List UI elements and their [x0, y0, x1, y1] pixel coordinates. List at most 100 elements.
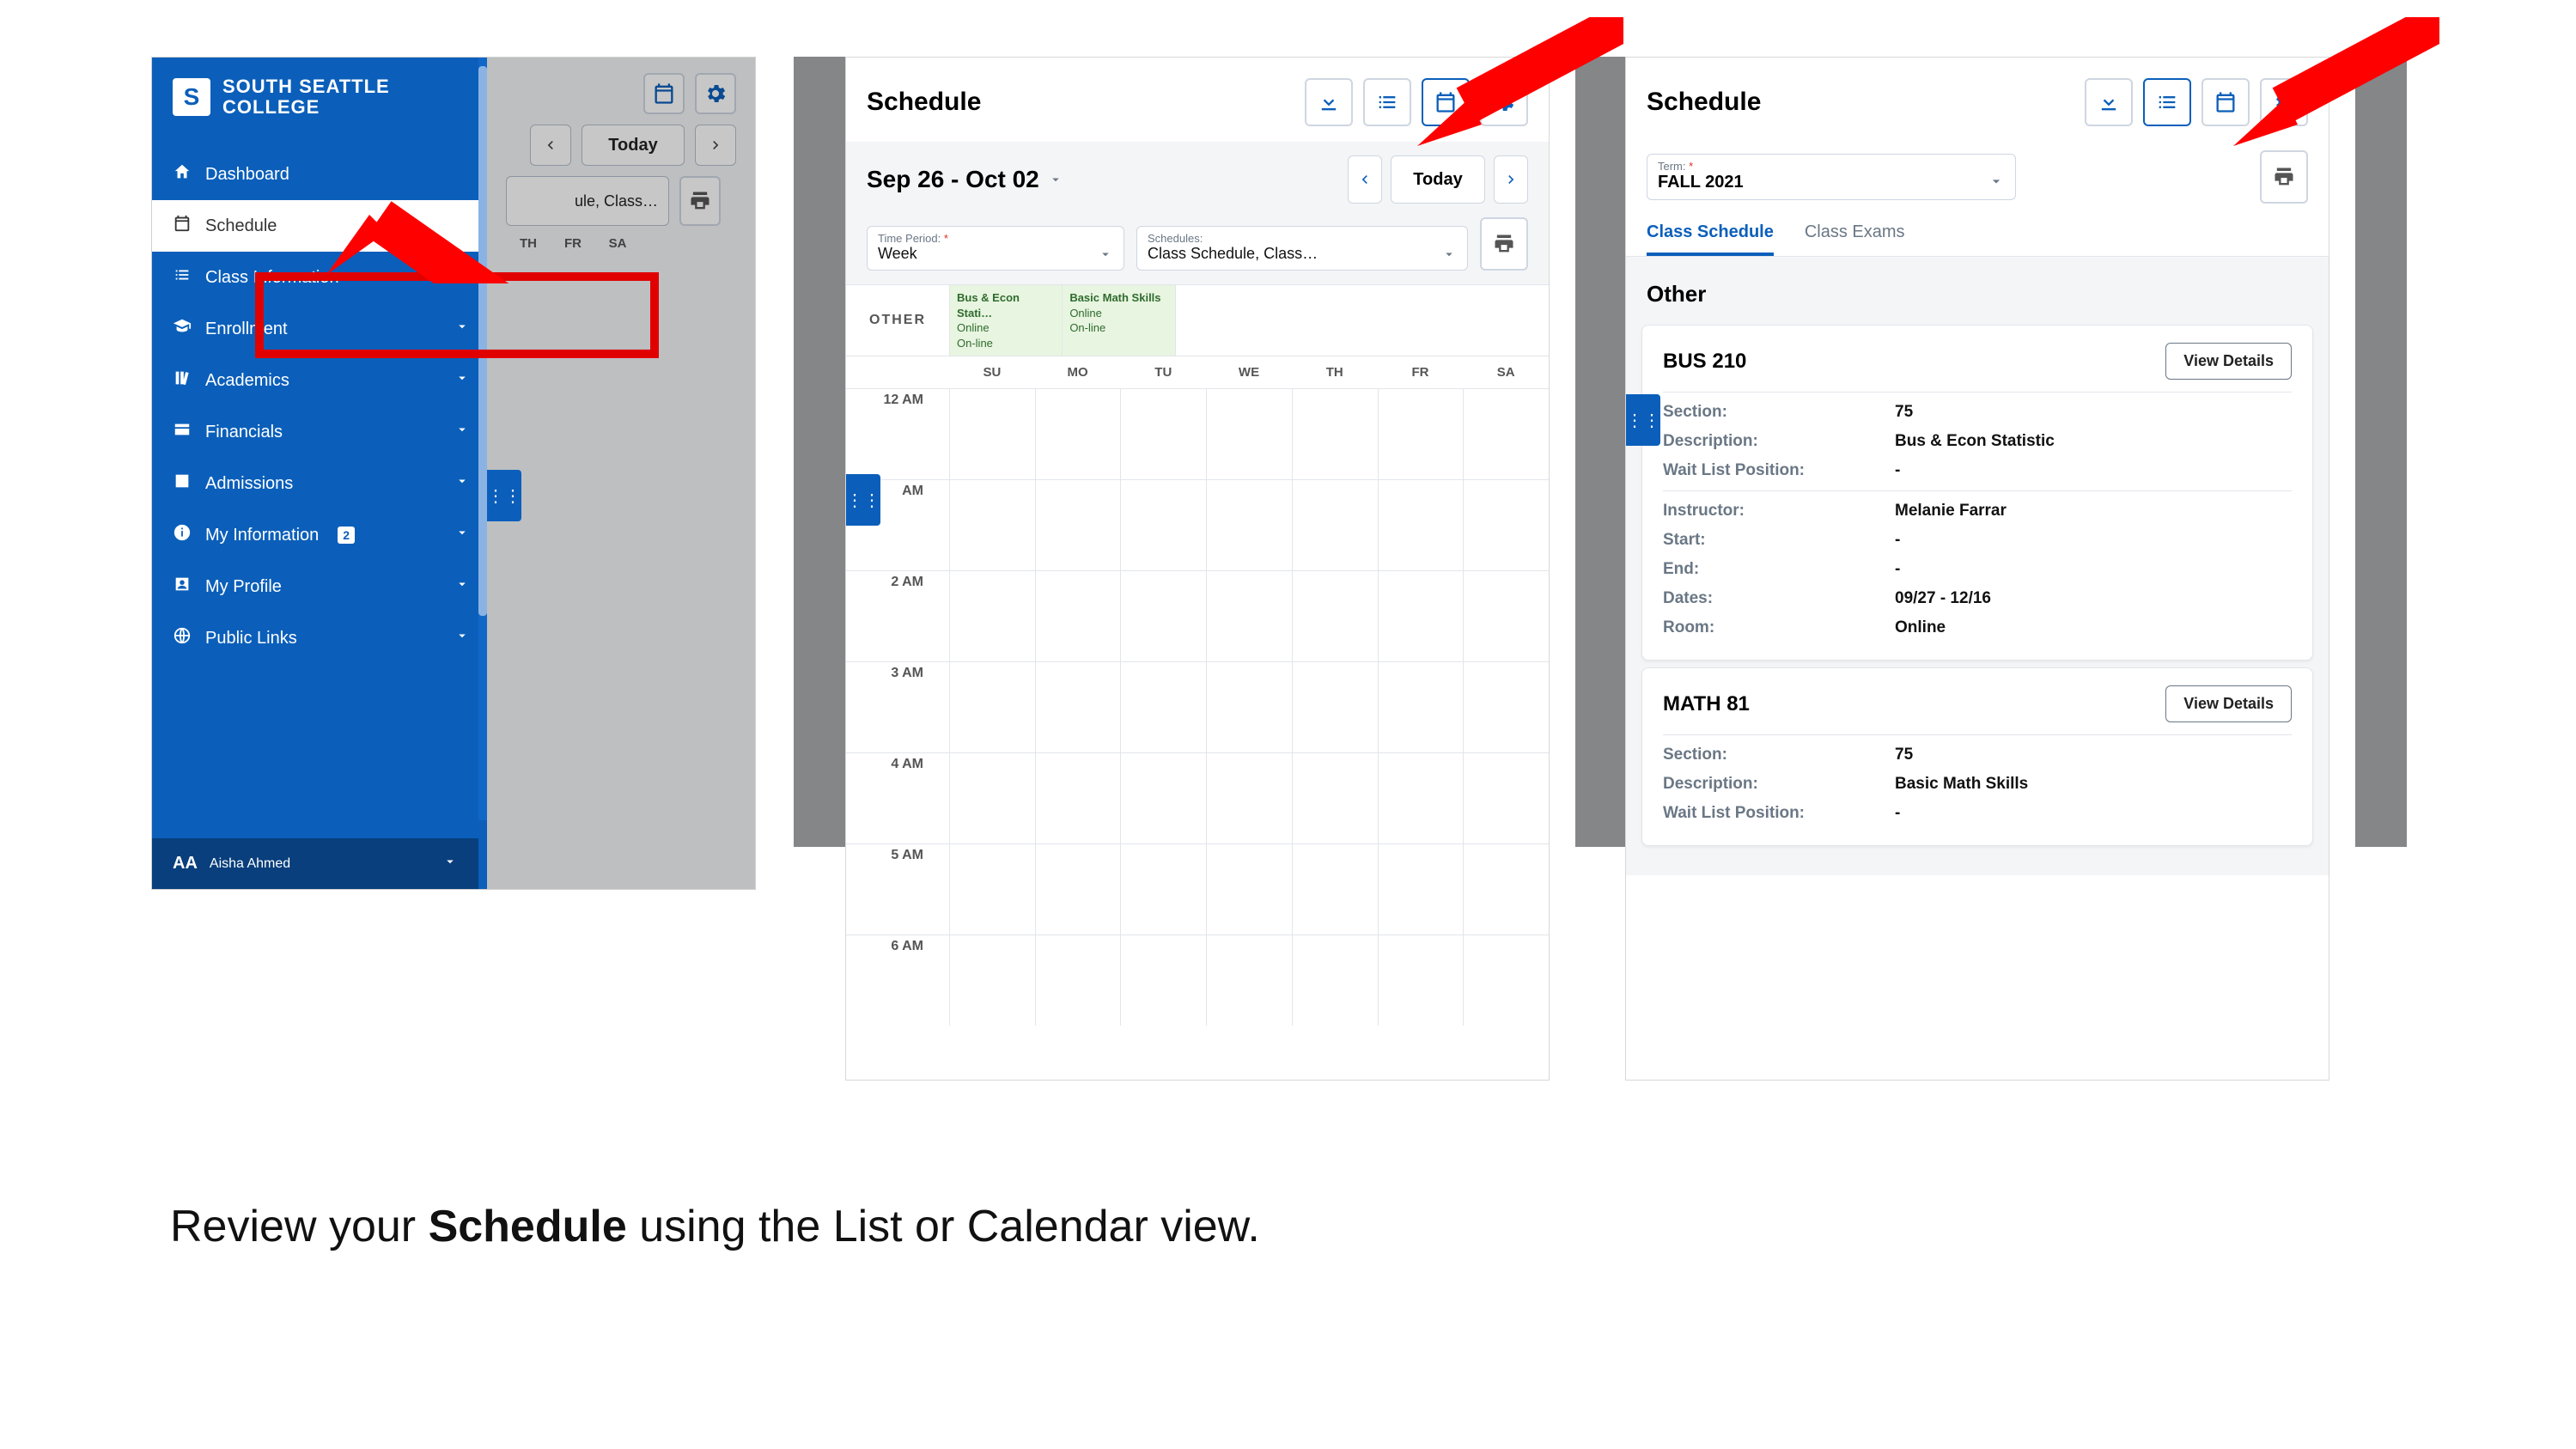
- other-event[interactable]: Basic Math Skills Online On-line: [1062, 285, 1174, 356]
- hour-label: 6 AM: [846, 935, 949, 1026]
- list-view-button[interactable]: [1363, 78, 1411, 126]
- download-button[interactable]: [1305, 78, 1353, 126]
- next-button[interactable]: [1494, 155, 1528, 204]
- sidebar-item-label: My Profile: [205, 577, 282, 597]
- field-label: Wait List Position:: [1663, 804, 1895, 823]
- field-value: -: [1895, 531, 1900, 550]
- caption: Review your Schedule using the List or C…: [170, 1201, 1260, 1252]
- calendar-view-button[interactable]: [643, 73, 685, 114]
- field-label: Room:: [1663, 618, 1895, 637]
- today-button[interactable]: Today: [1391, 155, 1485, 204]
- other-row-label: OTHER: [846, 285, 949, 356]
- person-icon: [173, 575, 192, 599]
- sidebar-item-public-links[interactable]: Public Links: [152, 612, 487, 664]
- sidebar-item-label: My Information: [205, 526, 319, 545]
- field-label: Section:: [1663, 746, 1895, 764]
- tab-class-schedule[interactable]: Class Schedule: [1647, 222, 1774, 256]
- other-event[interactable]: Bus & Econ Stati… Online On-line: [949, 285, 1062, 356]
- red-arrow-3: [2233, 17, 2439, 155]
- view-details-button[interactable]: View Details: [2165, 343, 2292, 380]
- chevron-down-icon: [442, 854, 458, 874]
- date-range[interactable]: Sep 26 - Oct 02: [867, 166, 1063, 193]
- field-label: Wait List Position:: [1663, 461, 1895, 480]
- field-label: Description:: [1663, 432, 1895, 451]
- sidebar-item-my-information[interactable]: My Information2: [152, 509, 487, 561]
- field-label: Section:: [1663, 403, 1895, 422]
- field-label: Description:: [1663, 775, 1895, 794]
- home-icon: [173, 162, 192, 186]
- chevron-down-icon: [454, 422, 470, 442]
- logo-icon: S: [173, 78, 210, 116]
- field-value: 09/27 - 12/16: [1895, 589, 1991, 608]
- print-button[interactable]: [1480, 217, 1528, 271]
- view-details-button[interactable]: View Details: [2165, 685, 2292, 722]
- tab-class-exams[interactable]: Class Exams: [1805, 222, 1905, 256]
- list-icon: [173, 265, 192, 289]
- next-button[interactable]: [695, 125, 736, 166]
- grad-cap-icon: [173, 317, 192, 341]
- page-title: Schedule: [1647, 88, 1761, 117]
- term-dropdown[interactable]: Term: * FALL 2021: [1647, 154, 2016, 200]
- red-arrow-1: [326, 26, 636, 283]
- hour-label: 2 AM: [846, 571, 949, 661]
- schedules-dropdown[interactable]: Schedules: Class Schedule, Class…: [1136, 226, 1468, 271]
- calendar-icon: [173, 214, 192, 238]
- day-header: TU: [1120, 365, 1206, 380]
- day-header: SA: [1463, 365, 1549, 380]
- chevron-down-icon: [454, 628, 470, 648]
- course-card: MATH 81 View Details Section:75Description…: [1641, 667, 2313, 846]
- field-value: Online: [1895, 618, 1946, 637]
- field-value: Basic Math Skills: [1895, 775, 2028, 794]
- field-value: Bus & Econ Statistic: [1895, 432, 2055, 451]
- square-icon: [173, 472, 192, 496]
- globe-icon: [173, 626, 192, 650]
- collapse-handle[interactable]: ⋮⋮: [487, 470, 521, 521]
- sidebar-item-financials[interactable]: Financials: [152, 406, 487, 458]
- list-view-button[interactable]: [2143, 78, 2191, 126]
- red-highlight-box: [255, 272, 659, 358]
- sidebar-item-academics[interactable]: Academics: [152, 355, 487, 406]
- field-value: 75: [1895, 746, 1913, 764]
- course-code: MATH 81: [1663, 692, 1750, 716]
- sidebar-item-label: Schedule: [205, 216, 277, 236]
- user-initials: AA: [173, 854, 198, 874]
- field-label: Start:: [1663, 531, 1895, 550]
- field-label: Instructor:: [1663, 502, 1895, 521]
- hour-label: 3 AM: [846, 662, 949, 752]
- sidebar-item-label: Dashboard: [205, 165, 289, 185]
- info-icon: [173, 523, 192, 547]
- page-title: Schedule: [867, 88, 981, 117]
- field-value: 75: [1895, 403, 1913, 422]
- sidebar-item-my-profile[interactable]: My Profile: [152, 561, 487, 612]
- chevron-down-icon: [454, 576, 470, 597]
- chevron-down-icon: [1048, 166, 1063, 193]
- prev-button[interactable]: [1348, 155, 1382, 204]
- field-value: -: [1895, 560, 1900, 579]
- gear-button[interactable]: [695, 73, 736, 114]
- course-card: BUS 210 View Details Section:75Description…: [1641, 325, 2313, 661]
- day-header: WE: [1206, 365, 1292, 380]
- field-label: Dates:: [1663, 589, 1895, 608]
- card-icon: [173, 420, 192, 444]
- hour-label: 4 AM: [846, 753, 949, 843]
- chevron-down-icon: [454, 370, 470, 391]
- sidebar-item-label: Academics: [205, 371, 289, 391]
- screenshot-list-view: Schedule Term: * FALL 2021 Class Schedul…: [1625, 57, 2329, 1081]
- user-name: Aisha Ahmed: [210, 856, 290, 872]
- red-arrow-2: [1417, 17, 1623, 155]
- collapse-handle[interactable]: ⋮⋮: [846, 474, 880, 526]
- time-period-dropdown[interactable]: Time Period: * Week: [867, 226, 1124, 271]
- print-button[interactable]: [679, 176, 721, 226]
- day-header: SU: [949, 365, 1035, 380]
- user-row[interactable]: AA Aisha Ahmed: [152, 838, 478, 889]
- collapse-handle[interactable]: ⋮⋮: [1626, 394, 1660, 446]
- field-value: -: [1895, 461, 1900, 480]
- field-label: End:: [1663, 560, 1895, 579]
- day-header: FR: [1378, 365, 1464, 380]
- print-button[interactable]: [2260, 150, 2308, 204]
- field-value: -: [1895, 804, 1900, 823]
- download-button[interactable]: [2085, 78, 2133, 126]
- chevron-down-icon: [454, 473, 470, 494]
- course-code: BUS 210: [1663, 350, 1746, 374]
- sidebar-item-admissions[interactable]: Admissions: [152, 458, 487, 509]
